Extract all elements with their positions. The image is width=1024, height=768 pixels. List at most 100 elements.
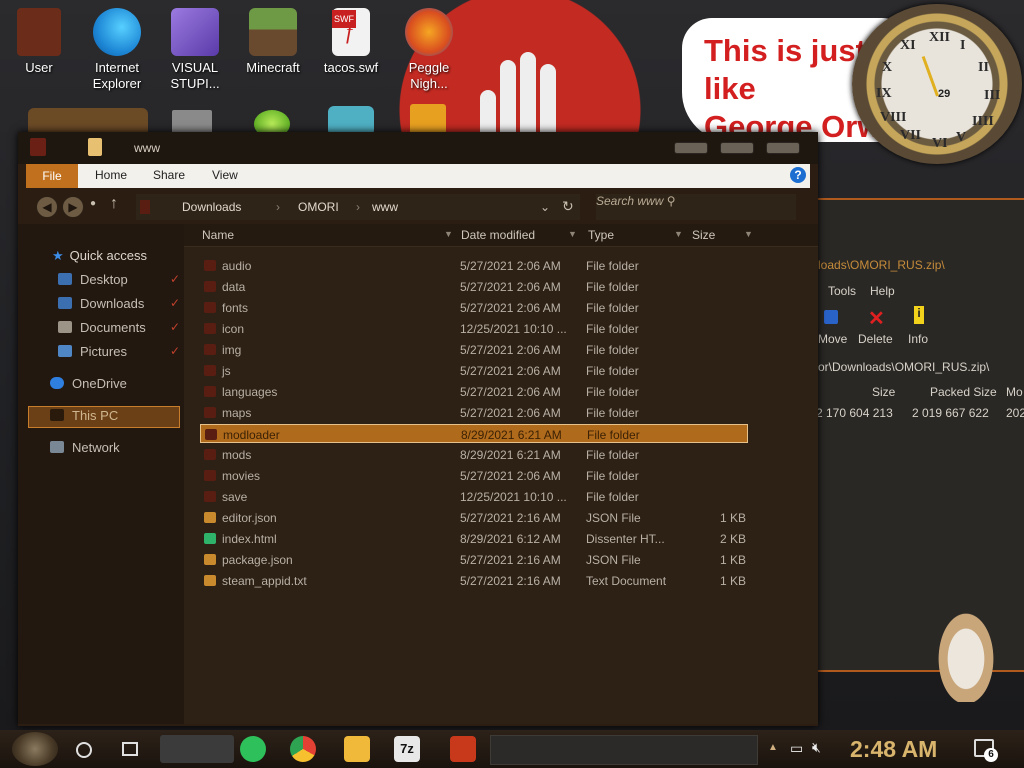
tab-view[interactable]: View (212, 168, 238, 182)
file-date: 5/27/2021 2:06 AM (460, 364, 561, 378)
zip-col-size[interactable]: Size (872, 385, 895, 399)
file-row[interactable]: save 12/25/2021 10:10 ... File folder (200, 487, 748, 506)
nav-this-pc[interactable]: This PC (50, 408, 118, 423)
chevron-down-icon[interactable]: ▼ (744, 229, 753, 239)
file-row[interactable]: index.html 8/29/2021 6:12 AM Dissenter HT.… (200, 529, 748, 548)
breadcrumb-downloads[interactable]: Downloads (182, 200, 241, 214)
close-button[interactable] (766, 142, 800, 154)
tab-home[interactable]: Home (95, 168, 127, 182)
tab-file[interactable]: File (26, 164, 78, 188)
refresh-icon[interactable]: ↻ (562, 198, 574, 215)
minimize-button[interactable] (674, 142, 708, 154)
steampunk-clock-widget: XII I II III IIII V VI VII VIII IX X XI … (852, 4, 1022, 164)
quick-access-toolbar-icon[interactable] (88, 138, 102, 156)
chevron-down-icon[interactable]: ⌄ (540, 200, 550, 214)
forward-button[interactable]: ▶ (62, 196, 84, 218)
chrome-icon[interactable] (290, 736, 316, 762)
task-view-icon[interactable] (122, 742, 138, 756)
recent-locations-icon[interactable]: ● (90, 198, 96, 209)
maximize-button[interactable] (720, 142, 754, 154)
zip-action-info[interactable]: Info (908, 332, 928, 346)
google-docs-icon[interactable] (240, 736, 266, 762)
system-clock[interactable]: 2:48 AM (850, 736, 937, 763)
file-row[interactable]: movies 5/27/2021 2:06 AM File folder (200, 466, 748, 485)
column-size[interactable]: Size (692, 228, 715, 242)
pin-icon[interactable]: ✓ (170, 344, 180, 358)
file-row[interactable]: editor.json 5/27/2021 2:16 AM JSON File 1 K… (200, 508, 748, 527)
tab-share[interactable]: Share (153, 168, 185, 182)
nav-network[interactable]: Network (50, 440, 120, 455)
file-type: Dissenter HT... (586, 532, 665, 546)
file-row[interactable]: modloader 8/29/2021 6:21 AM File folder (200, 424, 748, 443)
file-name: js (222, 364, 231, 378)
file-name: languages (222, 385, 278, 399)
file-row[interactable]: mods 8/29/2021 6:21 AM File folder (200, 445, 748, 464)
desktop-icon-internet-explorer[interactable]: Internet Explorer (78, 8, 156, 92)
file-date: 8/29/2021 6:21 AM (460, 448, 561, 462)
red-app-taskbar-icon[interactable] (450, 736, 476, 762)
file-date: 5/27/2021 2:06 AM (460, 301, 561, 315)
pin-icon[interactable]: ✓ (170, 320, 180, 334)
cortana-circle-icon[interactable] (76, 742, 92, 758)
file-explorer-taskbar-icon[interactable] (344, 736, 370, 762)
column-date[interactable]: Date modified (461, 228, 535, 242)
column-name[interactable]: Name (202, 228, 234, 242)
volume-muted-icon[interactable]: 🔇︎ (812, 739, 821, 756)
file-row[interactable]: maps 5/27/2021 2:06 AM File folder (200, 403, 748, 422)
taskbar-window-preview[interactable] (490, 735, 758, 765)
help-button[interactable]: ? (790, 167, 806, 183)
file-row[interactable]: js 5/27/2021 2:06 AM File folder (200, 361, 748, 380)
7zip-window[interactable]: loads\OMORI_RUS.zip\ Tools Help ✕ i Move… (808, 198, 1024, 672)
zip-action-delete[interactable]: Delete (858, 332, 893, 346)
nav-documents[interactable]: Documents (58, 320, 146, 335)
address-bar[interactable]: Downloads › OMORI › www ⌄ ↻ (136, 194, 580, 220)
zip-menu-help[interactable]: Help (870, 284, 895, 298)
pin-icon[interactable]: ✓ (170, 272, 180, 286)
file-row[interactable]: steam_appid.txt 5/27/2021 2:16 AM Text Doc… (200, 571, 748, 590)
file-row[interactable]: audio 5/27/2021 2:06 AM File folder (200, 256, 748, 275)
file-row[interactable]: languages 5/27/2021 2:06 AM File folder (200, 382, 748, 401)
pin-icon[interactable]: ✓ (170, 296, 180, 310)
zip-col-packed[interactable]: Packed Size (930, 385, 997, 399)
zip-menu-tools[interactable]: Tools (828, 284, 856, 298)
network-status-icon[interactable]: ▭ (790, 740, 803, 757)
back-button[interactable]: ◀ (36, 196, 58, 218)
column-type[interactable]: Type (588, 228, 614, 242)
taskbar-search-box[interactable] (160, 735, 234, 763)
file-explorer-window[interactable]: www File Home Share View ? ◀ ▶ ● ↑ Downl… (18, 132, 818, 726)
title-bar[interactable]: www (18, 132, 818, 164)
nav-pictures[interactable]: Pictures (58, 344, 127, 359)
file-row[interactable]: data 5/27/2021 2:06 AM File folder (200, 277, 748, 296)
move-icon[interactable] (824, 310, 838, 324)
zip-path-field[interactable]: or\Downloads\OMORI_RUS.zip\ (818, 360, 989, 374)
start-button[interactable] (12, 732, 58, 766)
7zip-taskbar-icon[interactable]: 7z (394, 736, 420, 762)
desktop-icon-tacos-swf[interactable]: SWF f tacos.swf (312, 8, 390, 76)
chevron-down-icon[interactable]: ▼ (674, 229, 683, 239)
file-row[interactable]: img 5/27/2021 2:06 AM File folder (200, 340, 748, 359)
file-row[interactable]: package.json 5/27/2021 2:16 AM JSON File 1 … (200, 550, 748, 569)
file-type: File folder (586, 469, 639, 483)
file-date: 8/29/2021 6:12 AM (460, 532, 561, 546)
nav-downloads[interactable]: Downloads (58, 296, 144, 311)
zip-action-move[interactable]: Move (818, 332, 847, 346)
file-row[interactable]: icon 12/25/2021 10:10 ... File folder (200, 319, 748, 338)
desktop-icon-peggle[interactable]: Peggle Nigh... (390, 8, 468, 92)
file-row[interactable]: fonts 5/27/2021 2:06 AM File folder (200, 298, 748, 317)
nav-onedrive[interactable]: OneDrive (50, 376, 127, 391)
zip-col-modified[interactable]: Mo (1006, 385, 1023, 399)
search-input[interactable]: Search www ⚲ (596, 194, 796, 220)
chevron-down-icon[interactable]: ▼ (444, 229, 453, 239)
file-name: fonts (222, 301, 249, 315)
breadcrumb-omori[interactable]: OMORI (298, 200, 339, 214)
up-arrow-icon[interactable]: ↑ (110, 195, 118, 213)
desktop-icon-visual-studio[interactable]: VISUAL STUPI... (156, 8, 234, 92)
breadcrumb-www[interactable]: www (372, 200, 398, 214)
desktop-icon-user[interactable]: User (0, 8, 78, 76)
clock-numeral: V (956, 130, 967, 145)
chevron-down-icon[interactable]: ▼ (568, 229, 577, 239)
nav-desktop[interactable]: Desktop (58, 272, 128, 287)
nav-quick-access[interactable]: ★ Quick access (52, 248, 147, 264)
desktop-icon-minecraft[interactable]: Minecraft (234, 8, 312, 76)
chevron-up-icon[interactable]: ▲ (768, 742, 778, 753)
